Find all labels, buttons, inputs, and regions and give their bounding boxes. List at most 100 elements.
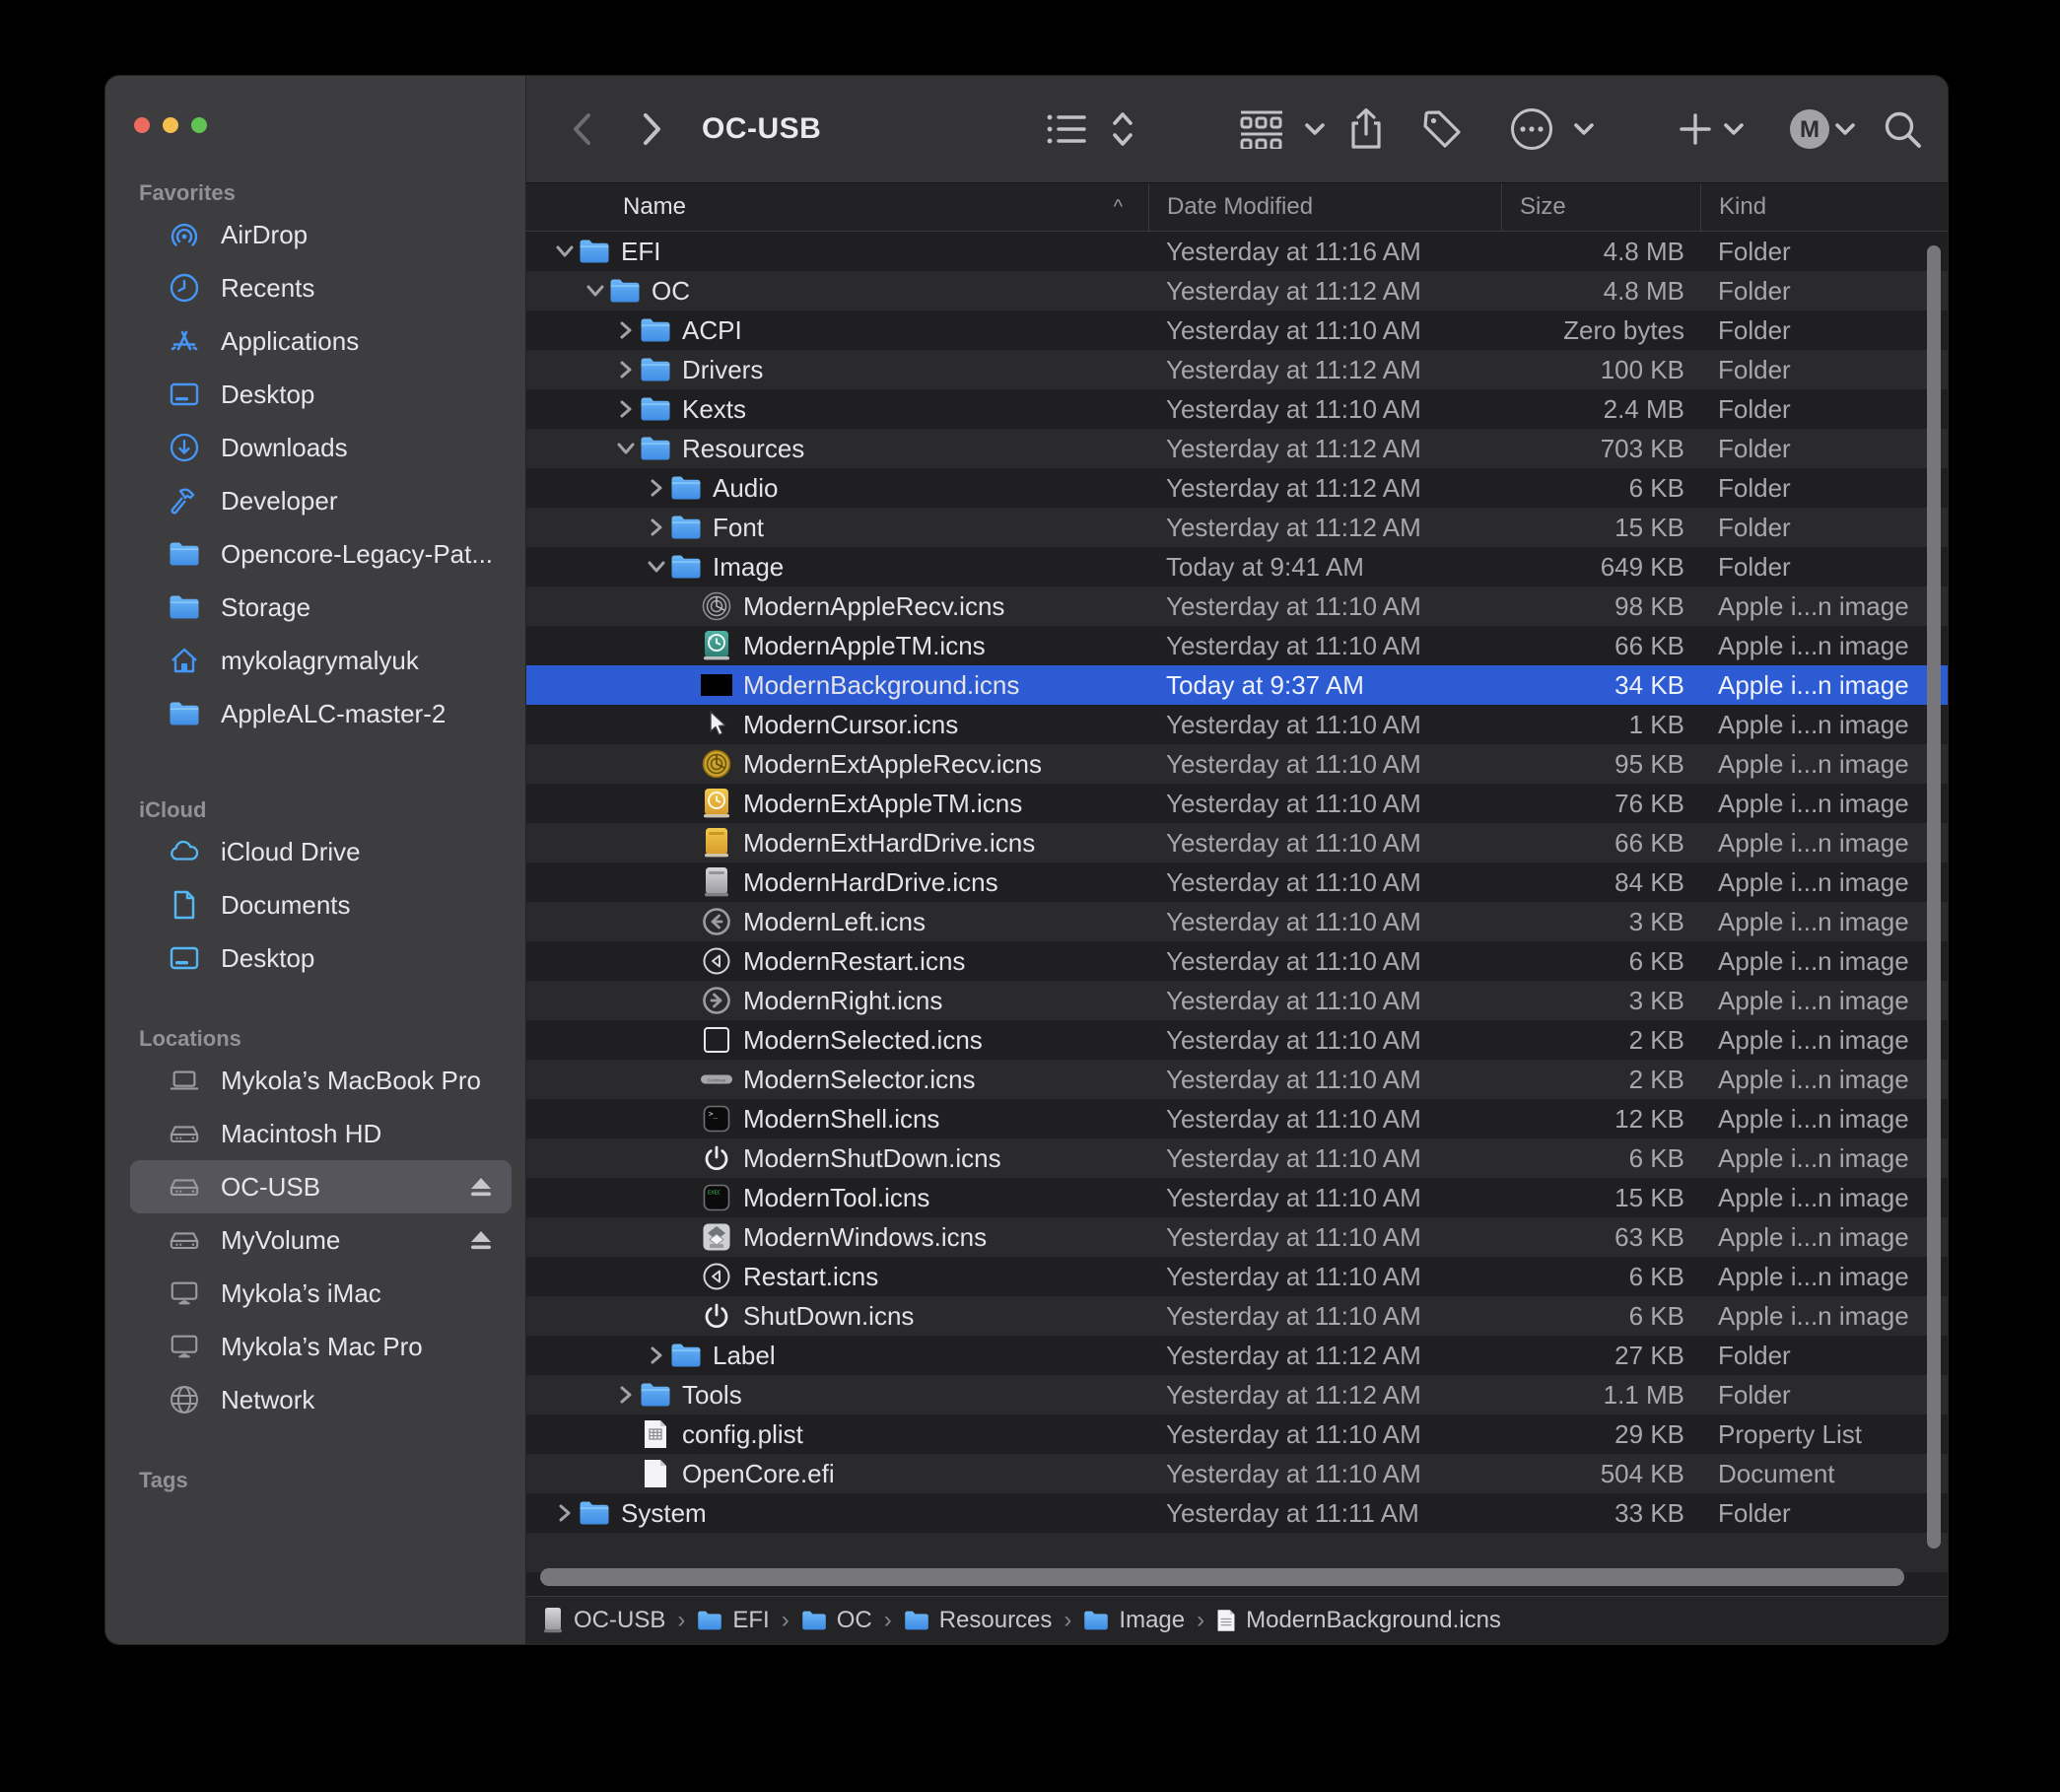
file-row-modernrestart-icns[interactable]: ModernRestart.icnsYesterday at 11:10 AM6…	[526, 941, 1948, 981]
chevron-down-icon[interactable]	[1723, 122, 1745, 136]
horizontal-scrollbar[interactable]	[540, 1568, 1904, 1586]
file-row-modernshell-icns[interactable]: >_ModernShell.icnsYesterday at 11:10 AM1…	[526, 1099, 1948, 1138]
column-header-size[interactable]: Size	[1501, 183, 1700, 231]
finder-window: FavoritesAirDropRecentsApplicationsDeskt…	[105, 76, 1948, 1644]
sidebar-item-applealc-master-2[interactable]: AppleALC-master-2	[130, 687, 512, 740]
add-icon[interactable]	[1678, 111, 1713, 147]
forward-button[interactable]	[640, 109, 665, 149]
eject-icon[interactable]	[468, 1228, 494, 1252]
disclosure-triangle-open[interactable]	[584, 278, 607, 304]
file-row-modernbackground-icns[interactable]: ModernBackground.icnsToday at 9:37 AM34 …	[526, 665, 1948, 705]
column-header-name[interactable]: Name ^	[526, 183, 1148, 231]
disclosure-triangle-open[interactable]	[645, 554, 668, 580]
sidebar-item-storage[interactable]: Storage	[130, 581, 512, 634]
zoom-button[interactable]	[191, 117, 207, 133]
sidebar-item-myvolume[interactable]: MyVolume	[130, 1213, 512, 1267]
sidebar-item-oc-usb[interactable]: OC-USB	[130, 1160, 512, 1213]
sidebar-item-icloud-drive[interactable]: iCloud Drive	[130, 825, 512, 878]
share-icon[interactable]	[1348, 107, 1384, 151]
file-row-shutdown-icns[interactable]: ShutDown.icnsYesterday at 11:10 AM6 KBAp…	[526, 1296, 1948, 1336]
file-row-oc[interactable]: OCYesterday at 11:12 AM4.8 MBFolder	[526, 271, 1948, 310]
file-row-modernselected-icns[interactable]: ModernSelected.icnsYesterday at 11:10 AM…	[526, 1020, 1948, 1060]
disclosure-triangle-closed[interactable]	[644, 516, 669, 539]
path-item-efi[interactable]: EFI	[697, 1607, 769, 1634]
path-item-oc[interactable]: OC	[801, 1607, 872, 1634]
file-row-config-plist[interactable]: config.plistYesterday at 11:10 AM29 KBPr…	[526, 1414, 1948, 1454]
disclosure-triangle-closed[interactable]	[613, 318, 639, 342]
file-row-drivers[interactable]: DriversYesterday at 11:12 AM100 KBFolder	[526, 350, 1948, 389]
sidebar-item-applications[interactable]: Applications	[130, 314, 512, 368]
file-row-modernselector-icns[interactable]: ContinueModernSelector.icnsYesterday at …	[526, 1060, 1948, 1099]
file-row-tools[interactable]: ToolsYesterday at 11:12 AM1.1 MBFolder	[526, 1375, 1948, 1414]
file-row-modernappletm-icns[interactable]: ModernAppleTM.icnsYesterday at 11:10 AM6…	[526, 626, 1948, 665]
disclosure-triangle-closed[interactable]	[613, 358, 639, 381]
chevron-down-icon[interactable]	[1834, 122, 1856, 136]
sort-chevrons-icon[interactable]	[1110, 107, 1135, 151]
file-row-modernshutdown-icns[interactable]: ModernShutDown.icnsYesterday at 11:10 AM…	[526, 1138, 1948, 1178]
sidebar-item-desktop[interactable]: Desktop	[130, 931, 512, 985]
file-row-label[interactable]: LabelYesterday at 11:12 AM27 KBFolder	[526, 1336, 1948, 1375]
file-row-opencore-efi[interactable]: OpenCore.efiYesterday at 11:10 AM504 KBD…	[526, 1454, 1948, 1493]
file-row-modernextappletm-icns[interactable]: ModernExtAppleTM.icnsYesterday at 11:10 …	[526, 784, 1948, 823]
disclosure-triangle-closed[interactable]	[644, 1344, 669, 1367]
file-row-modernleft-icns[interactable]: ModernLeft.icnsYesterday at 11:10 AM3 KB…	[526, 902, 1948, 941]
eject-icon[interactable]	[468, 1175, 494, 1199]
file-row-modernwindows-icns[interactable]: ModernWindows.icnsYesterday at 11:10 AM6…	[526, 1217, 1948, 1257]
file-row-moderncursor-icns[interactable]: ModernCursor.icnsYesterday at 11:10 AM1 …	[526, 705, 1948, 744]
more-circle-icon[interactable]	[1509, 106, 1554, 152]
file-row-modernharddrive-icns[interactable]: ModernHardDrive.icnsYesterday at 11:10 A…	[526, 862, 1948, 902]
tag-icon[interactable]	[1420, 107, 1464, 151]
group-icon[interactable]	[1239, 109, 1284, 149]
column-header-kind[interactable]: Kind	[1700, 183, 1948, 231]
file-row-moderntool-icns[interactable]: EXECModernTool.icnsYesterday at 11:10 AM…	[526, 1178, 1948, 1217]
file-row-image[interactable]: ImageToday at 9:41 AM649 KBFolder	[526, 547, 1948, 586]
file-row-modernextapplerecv-icns[interactable]: ModernExtAppleRecv.icnsYesterday at 11:1…	[526, 744, 1948, 784]
sidebar-item-macintosh-hd[interactable]: Macintosh HD	[130, 1107, 512, 1160]
disclosure-triangle-closed[interactable]	[613, 397, 639, 421]
file-row-modernextharddrive-icns[interactable]: ModernExtHardDrive.icnsYesterday at 11:1…	[526, 823, 1948, 862]
file-row-modernright-icns[interactable]: ModernRight.icnsYesterday at 11:10 AM3 K…	[526, 981, 1948, 1020]
file-row-system[interactable]: SystemYesterday at 11:11 AM33 KBFolder	[526, 1493, 1948, 1533]
disclosure-triangle-closed[interactable]	[613, 1383, 639, 1407]
sidebar-item-opencore-legacy-pat[interactable]: Opencore-Legacy-Pat...	[130, 527, 512, 581]
chevron-down-icon[interactable]	[1304, 122, 1326, 136]
disclosure-triangle-open[interactable]	[614, 436, 638, 461]
disclosure-triangle-open[interactable]	[553, 239, 577, 264]
sidebar-item-mykola-s-imac[interactable]: Mykola’s iMac	[130, 1267, 512, 1320]
path-item-oc-usb[interactable]: OC-USB	[542, 1607, 665, 1634]
sidebar-item-developer[interactable]: Developer	[130, 474, 512, 527]
column-header-date-modified[interactable]: Date Modified	[1148, 183, 1501, 231]
path-item-image[interactable]: Image	[1083, 1607, 1185, 1634]
sidebar-item-recents[interactable]: Recents	[130, 261, 512, 314]
disclosure-triangle-closed[interactable]	[552, 1501, 578, 1525]
sidebar-item-network[interactable]: Network	[130, 1373, 512, 1426]
vertical-scrollbar[interactable]	[1927, 245, 1941, 1549]
list-view-icon[interactable]	[1047, 112, 1086, 146]
back-button[interactable]	[569, 109, 594, 149]
sidebar-item-downloads[interactable]: Downloads	[130, 421, 512, 474]
search-icon[interactable]	[1882, 108, 1923, 150]
file-row-acpi[interactable]: ACPIYesterday at 11:10 AMZero bytesFolde…	[526, 310, 1948, 350]
sidebar-item-airdrop[interactable]: AirDrop	[130, 208, 512, 261]
sidebar-item-mykola-s-macbook-pro[interactable]: Mykola’s MacBook Pro	[130, 1054, 512, 1107]
close-button[interactable]	[134, 117, 150, 133]
file-name-cell: Audio	[526, 468, 1148, 508]
path-item-modernbackground-icns[interactable]: ModernBackground.icns	[1216, 1607, 1501, 1634]
file-row-modernapplerecv-icns[interactable]: ModernAppleRecv.icnsYesterday at 11:10 A…	[526, 586, 1948, 626]
sidebar-item-documents[interactable]: Documents	[130, 878, 512, 931]
folder-icon	[639, 436, 672, 461]
file-row-restart-icns[interactable]: Restart.icnsYesterday at 11:10 AM6 KBApp…	[526, 1257, 1948, 1296]
file-row-resources[interactable]: ResourcesYesterday at 11:12 AM703 KBFold…	[526, 429, 1948, 468]
file-row-font[interactable]: FontYesterday at 11:12 AM15 KBFolder	[526, 508, 1948, 547]
minimize-button[interactable]	[163, 117, 178, 133]
sidebar-item-mykola-s-mac-pro[interactable]: Mykola’s Mac Pro	[130, 1320, 512, 1373]
file-row-kexts[interactable]: KextsYesterday at 11:10 AM2.4 MBFolder	[526, 389, 1948, 429]
file-row-efi[interactable]: EFIYesterday at 11:16 AM4.8 MBFolder	[526, 232, 1948, 271]
sidebar-item-desktop[interactable]: Desktop	[130, 368, 512, 421]
chevron-down-icon[interactable]	[1573, 122, 1595, 136]
sidebar-item-mykolagrymalyuk[interactable]: mykolagrymalyuk	[130, 634, 512, 687]
account-avatar[interactable]: M	[1788, 107, 1831, 151]
disclosure-triangle-closed[interactable]	[644, 476, 669, 500]
file-row-audio[interactable]: AudioYesterday at 11:12 AM6 KBFolder	[526, 468, 1948, 508]
path-item-resources[interactable]: Resources	[904, 1607, 1053, 1634]
